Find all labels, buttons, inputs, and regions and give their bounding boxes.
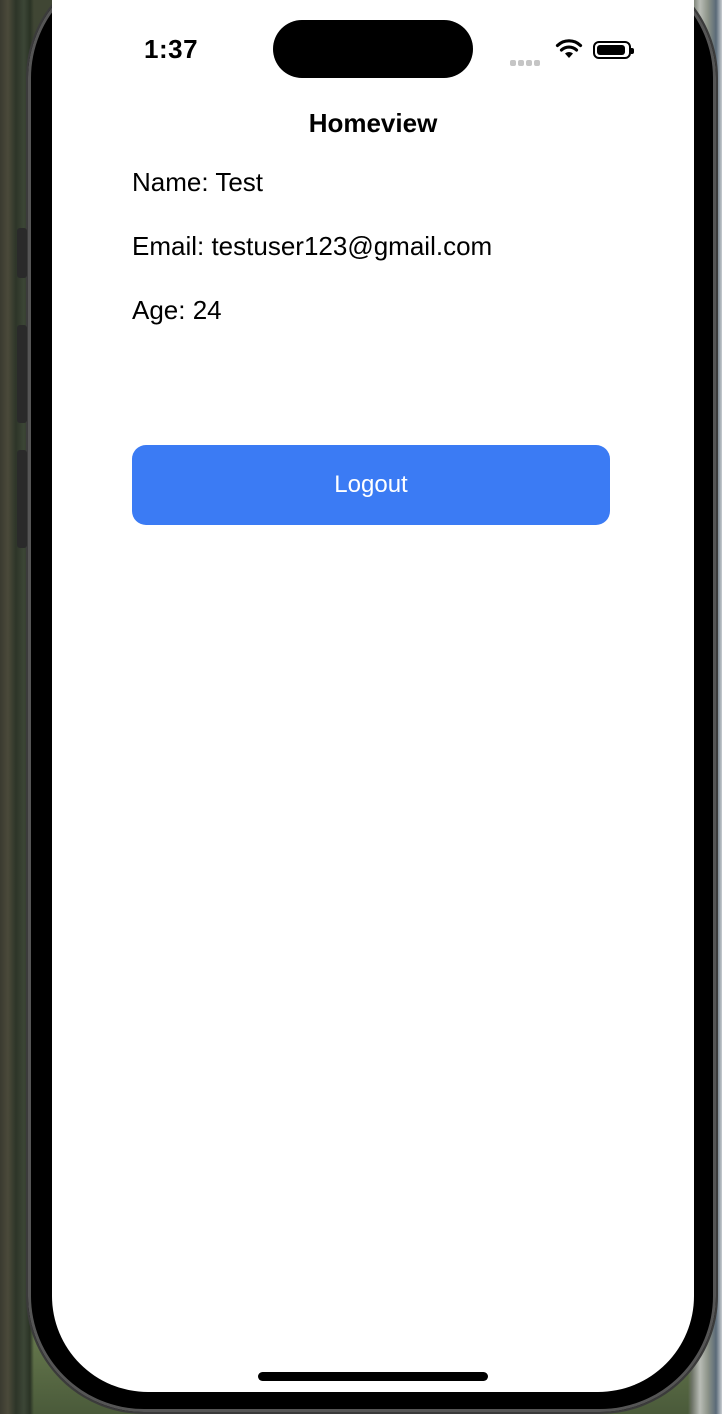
name-label: Name: Test — [132, 167, 264, 197]
app-screen: 1:37 Homeview Name: Test Email: testuser… — [52, 0, 694, 1392]
age-label: Age: 24 — [132, 295, 222, 325]
dynamic-island — [273, 20, 473, 78]
wifi-icon — [555, 39, 583, 58]
home-indicator[interactable] — [258, 1372, 488, 1381]
email-label: Email: testuser123@gmail.com — [132, 231, 493, 261]
cellular-icon — [510, 53, 544, 66]
volume-down-button — [17, 450, 27, 548]
action-button — [17, 228, 27, 278]
battery-icon — [593, 41, 634, 59]
status-time: 1:37 — [144, 34, 199, 64]
logout-button[interactable]: Logout — [132, 445, 610, 525]
volume-up-button — [17, 325, 27, 423]
nav-title: Homeview — [308, 108, 438, 138]
